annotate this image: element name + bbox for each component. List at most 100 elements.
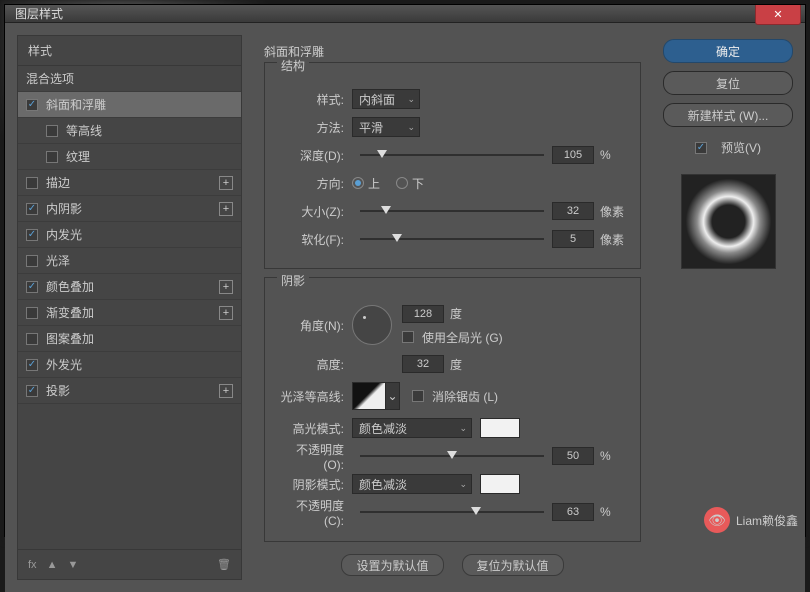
preview-label: 预览(V) — [721, 139, 761, 156]
gloss-contour-picker[interactable]: ⌄ — [386, 382, 400, 410]
shadow-mode-select[interactable]: 颜色减淡⌄ — [352, 474, 472, 494]
antialias-checkbox[interactable] — [412, 390, 424, 402]
size-label: 大小(Z): — [277, 203, 352, 220]
style-checkbox[interactable] — [26, 385, 38, 397]
style-row-4[interactable]: 内阴影+ — [18, 196, 241, 222]
style-checkbox[interactable] — [26, 307, 38, 319]
add-icon[interactable]: + — [219, 306, 233, 320]
direction-down-radio[interactable] — [396, 177, 408, 189]
make-default-button[interactable]: 设置为默认值 — [341, 554, 443, 576]
style-checkbox[interactable] — [46, 125, 58, 137]
style-checkbox[interactable] — [26, 203, 38, 215]
shadow-color-swatch[interactable] — [480, 474, 520, 494]
arrow-down-icon[interactable]: ▼ — [67, 559, 78, 571]
style-checkbox[interactable] — [26, 99, 38, 111]
style-checkbox[interactable] — [26, 333, 38, 345]
fx-label[interactable]: fx — [28, 559, 37, 571]
size-slider[interactable] — [360, 204, 544, 218]
soften-slider[interactable] — [360, 232, 544, 246]
style-row-7[interactable]: 颜色叠加+ — [18, 274, 241, 300]
method-select[interactable]: 平滑⌄ — [352, 117, 420, 137]
depth-input[interactable]: 105 — [552, 146, 594, 164]
style-label: 颜色叠加 — [46, 278, 219, 295]
properties-panel: 斜面和浮雕 结构 样式: 内斜面⌄ 方法: 平滑⌄ 深度(D): 105 % — [254, 35, 651, 580]
altitude-unit: 度 — [450, 356, 478, 373]
blending-options-row[interactable]: 混合选项 — [18, 66, 241, 92]
titlebar[interactable]: 图层样式 — [5, 5, 805, 23]
highlight-color-swatch[interactable] — [480, 418, 520, 438]
style-checkbox[interactable] — [26, 281, 38, 293]
angle-input[interactable]: 128 — [402, 305, 444, 323]
blending-options-label: 混合选项 — [26, 70, 233, 87]
panel-title: 斜面和浮雕 — [264, 39, 641, 62]
highlight-opacity-slider[interactable] — [360, 449, 544, 463]
style-checkbox[interactable] — [26, 255, 38, 267]
style-row-8[interactable]: 渐变叠加+ — [18, 300, 241, 326]
style-row-9[interactable]: 图案叠加 — [18, 326, 241, 352]
style-label: 渐变叠加 — [46, 304, 219, 321]
soften-input[interactable]: 5 — [552, 230, 594, 248]
right-panel: 确定 复位 新建样式 (W)... 预览(V) — [663, 35, 793, 580]
direction-label: 方向: — [277, 175, 352, 192]
caret-icon: ⌄ — [407, 94, 415, 105]
angle-wheel[interactable] — [352, 305, 392, 345]
preview-thumbnail — [681, 174, 776, 269]
direction-up-radio[interactable] — [352, 177, 364, 189]
shadow-mode-label: 阴影模式: — [277, 476, 352, 493]
style-row-6[interactable]: 光泽 — [18, 248, 241, 274]
style-checkbox[interactable] — [26, 229, 38, 241]
method-label: 方法: — [277, 119, 352, 136]
preview-checkbox[interactable] — [695, 142, 707, 154]
style-row-3[interactable]: 描边+ — [18, 170, 241, 196]
size-input[interactable]: 32 — [552, 202, 594, 220]
watermark: 👁 Liam赖俊鑫 — [704, 507, 798, 533]
style-label: 描边 — [46, 174, 219, 191]
style-select[interactable]: 内斜面⌄ — [352, 89, 420, 109]
highlight-mode-select[interactable]: 颜色减淡⌄ — [352, 418, 472, 438]
style-label: 内阴影 — [46, 200, 219, 217]
global-light-checkbox[interactable] — [402, 331, 414, 343]
add-icon[interactable]: + — [219, 202, 233, 216]
structure-legend: 结构 — [277, 57, 309, 74]
altitude-input[interactable]: 32 — [402, 355, 444, 373]
direction-up-label: 上 — [368, 175, 380, 192]
style-checkbox[interactable] — [26, 359, 38, 371]
add-icon[interactable]: + — [219, 280, 233, 294]
ok-button[interactable]: 确定 — [663, 39, 793, 63]
antialias-label: 消除锯齿 (L) — [432, 388, 498, 405]
style-checkbox[interactable] — [26, 177, 38, 189]
caret-icon: ⌄ — [459, 479, 467, 490]
highlight-opacity-input[interactable]: 50 — [552, 447, 594, 465]
depth-label: 深度(D): — [277, 147, 352, 164]
style-checkbox[interactable] — [46, 151, 58, 163]
style-row-0[interactable]: 斜面和浮雕 — [18, 92, 241, 118]
gloss-contour-swatch[interactable] — [352, 382, 386, 410]
caret-icon: ⌄ — [459, 423, 467, 434]
shadow-opacity-unit: % — [600, 505, 628, 519]
close-button[interactable] — [755, 5, 801, 25]
style-row-10[interactable]: 外发光 — [18, 352, 241, 378]
shadow-opacity-label: 不透明度(C): — [277, 497, 352, 528]
arrow-up-icon[interactable]: ▲ — [47, 559, 58, 571]
size-unit: 像素 — [600, 203, 628, 220]
structure-group: 结构 样式: 内斜面⌄ 方法: 平滑⌄ 深度(D): 105 % 方向: — [264, 62, 641, 269]
trash-icon[interactable]: 🗑 — [217, 558, 231, 571]
styles-header: 样式 — [18, 36, 241, 66]
style-row-11[interactable]: 投影+ — [18, 378, 241, 404]
style-row-1[interactable]: 等高线 — [18, 118, 241, 144]
add-icon[interactable]: + — [219, 176, 233, 190]
highlight-opacity-unit: % — [600, 449, 628, 463]
reset-default-button[interactable]: 复位为默认值 — [462, 554, 564, 576]
style-row-2[interactable]: 纹理 — [18, 144, 241, 170]
cancel-button[interactable]: 复位 — [663, 71, 793, 95]
highlight-mode-label: 高光模式: — [277, 420, 352, 437]
depth-slider[interactable] — [360, 148, 544, 162]
styles-footer: fx ▲ ▼ 🗑 — [18, 549, 241, 579]
style-label: 纹理 — [66, 148, 233, 165]
shadow-opacity-slider[interactable] — [360, 505, 544, 519]
layer-style-dialog: 图层样式 样式 混合选项 斜面和浮雕等高线纹理描边+内阴影+内发光光泽颜色叠加+… — [4, 4, 806, 537]
add-icon[interactable]: + — [219, 384, 233, 398]
new-style-button[interactable]: 新建样式 (W)... — [663, 103, 793, 127]
style-row-5[interactable]: 内发光 — [18, 222, 241, 248]
shadow-opacity-input[interactable]: 63 — [552, 503, 594, 521]
